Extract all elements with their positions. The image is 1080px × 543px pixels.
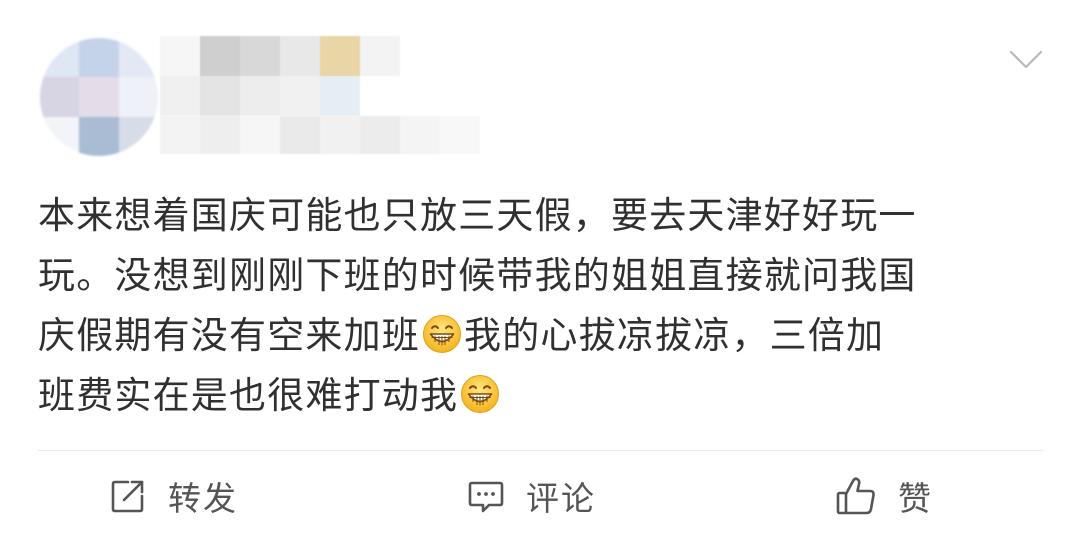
post-text-segment: 班费实在是也很难打动我	[38, 374, 459, 417]
thumbs-up-icon	[836, 477, 875, 515]
grinning-face-emoji	[423, 315, 461, 353]
comment-label: 评论	[526, 479, 596, 518]
repost-button[interactable]: 转发	[108, 471, 238, 521]
repost-icon	[111, 480, 144, 513]
post-text-line: 玩。没想到刚刚下班的时候带我的姐姐直接就问我国	[38, 254, 917, 297]
comment-button[interactable]: 评论	[466, 471, 596, 521]
chevron-down-icon[interactable]	[1008, 48, 1044, 72]
post-text-line: 本来想着国庆可能也只放三天假，要去天津好好玩一	[38, 194, 917, 237]
repost-label: 转发	[168, 479, 238, 518]
like-button[interactable]: 赞	[834, 471, 933, 521]
avatar[interactable]	[40, 38, 158, 156]
action-bar: 转发 评论 赞	[0, 451, 1080, 543]
username-mosaic[interactable]	[160, 36, 440, 116]
post-text-line: 班费实在是也很难打动我	[38, 366, 1043, 426]
like-label: 赞	[898, 479, 933, 518]
post-text-line: 庆假期有没有空来加班 我的心拔凉拔凉，三倍加	[38, 306, 1043, 366]
post-text: 本来想着国庆可能也只放三天假，要去天津好好玩一 玩。没想到刚刚下班的时候带我的姐…	[38, 186, 1043, 426]
post-meta-mosaic	[160, 116, 480, 154]
post-text-segment: 我的心拔凉拔凉，三倍加	[464, 314, 885, 357]
grinning-face-emoji	[461, 375, 500, 413]
post-text-segment: 庆假期有没有空来加班	[38, 314, 420, 357]
comment-icon	[468, 481, 504, 513]
post-header	[0, 0, 1080, 175]
